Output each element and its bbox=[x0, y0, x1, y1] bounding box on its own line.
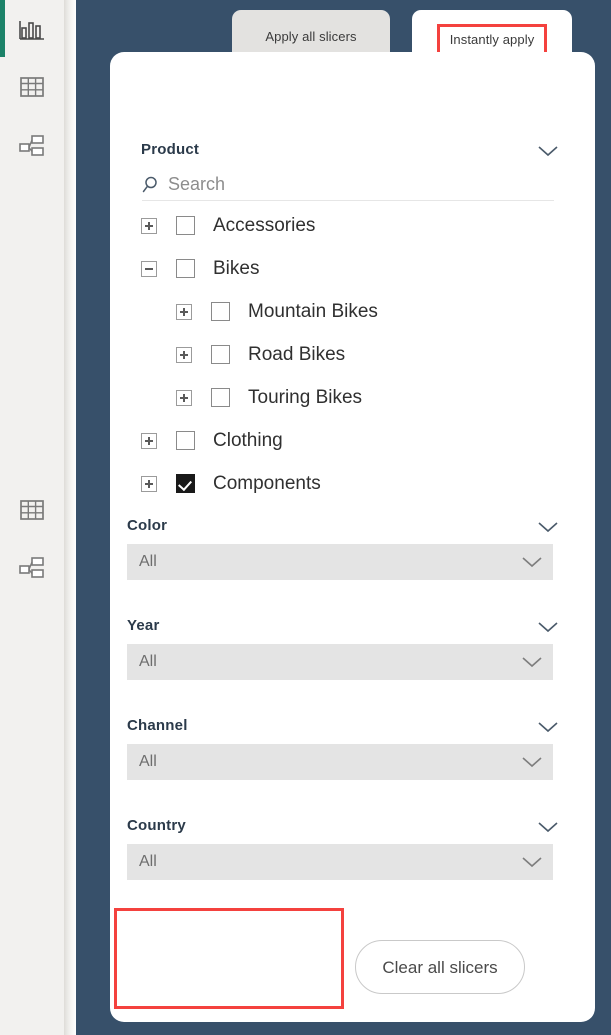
chevron-down-icon[interactable] bbox=[521, 655, 543, 669]
tree-item-label: Bikes bbox=[213, 258, 260, 279]
slicer-year-value: All bbox=[139, 653, 157, 670]
tree-row[interactable]: Components bbox=[141, 462, 559, 505]
expand-plus-icon[interactable] bbox=[176, 346, 192, 363]
chevron-down-icon[interactable] bbox=[537, 820, 559, 834]
active-tab-card-joint bbox=[412, 52, 572, 74]
bar-chart-icon bbox=[18, 17, 46, 43]
tree-row[interactable]: Bikes bbox=[141, 247, 559, 290]
slicer-product-title: Product bbox=[141, 141, 200, 158]
slicer-channel-title: Channel bbox=[127, 717, 188, 734]
rail-item-data-view-secondary[interactable] bbox=[0, 490, 64, 530]
checkbox-road-bikes[interactable] bbox=[211, 345, 230, 364]
apply-button-placeholder-highlight bbox=[114, 908, 344, 1009]
expand-plus-icon[interactable] bbox=[141, 432, 157, 449]
expand-plus-icon[interactable] bbox=[176, 389, 192, 406]
collapse-minus-icon[interactable] bbox=[141, 260, 157, 277]
tree-row[interactable]: Clothing bbox=[141, 419, 559, 462]
product-search-input[interactable]: Search bbox=[142, 170, 554, 201]
chevron-down-icon[interactable] bbox=[521, 755, 543, 769]
checkbox-touring-bikes[interactable] bbox=[211, 388, 230, 407]
chevron-down-icon[interactable] bbox=[521, 855, 543, 869]
chevron-down-icon[interactable] bbox=[537, 144, 559, 158]
slicer-year-dropdown[interactable]: All bbox=[127, 644, 553, 680]
slicer-channel-value: All bbox=[139, 753, 157, 770]
tree-row[interactable]: Accessories bbox=[141, 204, 559, 247]
expand-plus-icon[interactable] bbox=[176, 303, 192, 320]
tree-item-label: Clothing bbox=[213, 430, 283, 451]
slicer-color-value: All bbox=[139, 553, 157, 570]
chevron-down-icon[interactable] bbox=[537, 520, 559, 534]
tree-row[interactable]: Road Bikes bbox=[141, 333, 559, 376]
slicer-color-dropdown[interactable]: All bbox=[127, 544, 553, 580]
clear-all-slicers-label: Clear all slicers bbox=[382, 957, 498, 977]
checkbox-components[interactable] bbox=[176, 474, 195, 493]
slicer-panel-screen: Apply all slicers Instantly apply Produc… bbox=[0, 0, 611, 1035]
tab-apply-all-slicers-label: Apply all slicers bbox=[265, 29, 357, 44]
slicer-channel-dropdown[interactable]: All bbox=[127, 744, 553, 780]
table-grid-icon bbox=[18, 74, 46, 100]
tree-item-label: Accessories bbox=[213, 215, 316, 236]
model-relationship-icon bbox=[18, 555, 46, 581]
product-search-placeholder: Search bbox=[168, 174, 226, 194]
slicer-color-title: Color bbox=[127, 517, 168, 534]
slicer-year-title: Year bbox=[127, 617, 160, 634]
rail-item-report-view[interactable] bbox=[0, 10, 64, 50]
chevron-down-icon[interactable] bbox=[521, 555, 543, 569]
rail-divider bbox=[64, 0, 76, 1035]
checkbox-mountain-bikes[interactable] bbox=[211, 302, 230, 321]
tree-item-label: Road Bikes bbox=[248, 344, 346, 365]
chevron-down-icon[interactable] bbox=[537, 720, 559, 734]
slicer-country-value: All bbox=[139, 853, 157, 870]
tree-item-label: Touring Bikes bbox=[248, 387, 363, 408]
expand-plus-icon[interactable] bbox=[141, 475, 157, 492]
tree-item-label: Mountain Bikes bbox=[248, 301, 378, 322]
checkbox-clothing[interactable] bbox=[176, 431, 195, 450]
search-icon bbox=[142, 175, 168, 195]
rail-item-data-view[interactable] bbox=[0, 67, 64, 107]
rail-item-model-view[interactable] bbox=[0, 126, 64, 166]
slicer-country-dropdown[interactable]: All bbox=[127, 844, 553, 880]
checkbox-bikes[interactable] bbox=[176, 259, 195, 278]
slicer-country-title: Country bbox=[127, 817, 186, 834]
tree-row[interactable]: Mountain Bikes bbox=[141, 290, 559, 333]
product-hierarchy-tree: Accessories Bikes Mountain Bikes Road Bikes… bbox=[141, 204, 559, 505]
clear-all-slicers-button[interactable]: Clear all slicers bbox=[355, 940, 525, 994]
model-relationship-icon bbox=[18, 133, 46, 159]
table-grid-icon bbox=[18, 497, 46, 523]
chevron-down-icon[interactable] bbox=[537, 620, 559, 634]
tree-row[interactable]: Touring Bikes bbox=[141, 376, 559, 419]
checkbox-accessories[interactable] bbox=[176, 216, 195, 235]
expand-plus-icon[interactable] bbox=[141, 217, 157, 234]
tree-item-label: Components bbox=[213, 473, 321, 494]
rail-item-model-view-secondary[interactable] bbox=[0, 548, 64, 588]
